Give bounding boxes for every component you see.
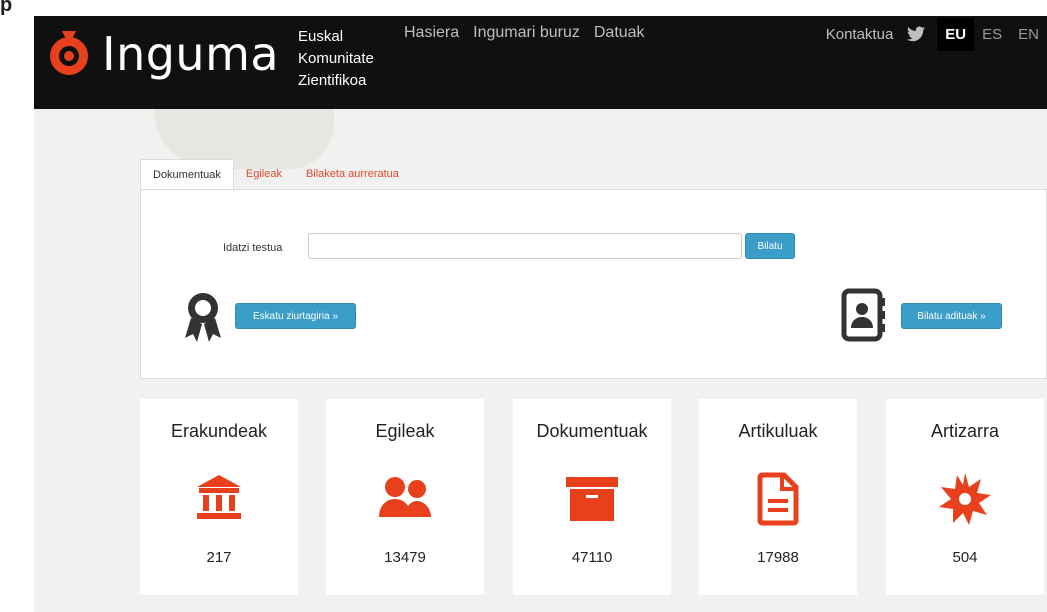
tagline-line-1: Euskal	[298, 28, 344, 45]
stat-value: 13479	[384, 549, 426, 566]
nav-home[interactable]: Hasiera	[404, 24, 459, 42]
search-panel-body: Idatzi testua Bilatu Eskatu ziurtagiria …	[140, 189, 1047, 379]
stat-title: Artizarra	[930, 421, 999, 441]
contact-book-icon	[841, 288, 885, 342]
request-certificate-button[interactable]: Eskatu ziurtagiria »	[235, 303, 356, 329]
navbar: Inguma Euskal Komunitate Zientifikoa Has…	[34, 16, 1047, 109]
search-label: Idatzi testua	[223, 242, 283, 254]
search-tabs: Dokumentuak Egileak Bilaketa aurreratua	[140, 159, 411, 190]
stat-card-organizations[interactable]: Erakundeak 217	[140, 399, 298, 595]
users-icon	[379, 477, 431, 517]
stat-card-articles[interactable]: Artikuluak 17988	[699, 399, 857, 595]
page: Inguma Euskal Komunitate Zientifikoa Has…	[34, 16, 1047, 612]
twitter-icon[interactable]	[907, 26, 926, 42]
starburst-icon	[939, 473, 991, 525]
nav-contact[interactable]: Kontaktua	[826, 26, 894, 43]
lang-eu[interactable]: EU	[937, 17, 975, 51]
document-icon	[757, 472, 799, 526]
stat-value: 17988	[757, 549, 799, 566]
stat-title: Egileak	[375, 421, 435, 441]
logo[interactable]: Inguma	[46, 24, 279, 84]
award-ribbon-icon	[185, 293, 221, 342]
cropped-heading-fragment: p	[0, 0, 13, 16]
nav-about[interactable]: Ingumari buruz	[473, 24, 580, 42]
stat-title: Artikuluak	[738, 421, 818, 441]
stat-card-artizarra[interactable]: Artizarra 504	[886, 399, 1044, 595]
tab-documents[interactable]: Dokumentuak	[140, 159, 234, 190]
search-input[interactable]	[308, 233, 742, 259]
search-button[interactable]: Bilatu	[745, 233, 795, 259]
stat-title: Dokumentuak	[536, 421, 648, 441]
stat-card-authors[interactable]: Egileak 13479	[326, 399, 484, 595]
main-nav: Hasiera Ingumari buruz Datuak	[404, 24, 645, 42]
archive-icon	[566, 477, 618, 521]
stat-card-documents[interactable]: Dokumentuak 47110	[513, 399, 671, 595]
tab-advanced-search[interactable]: Bilaketa aurreratua	[294, 159, 411, 190]
search-experts-button[interactable]: Bilatu adituak »	[901, 303, 1002, 329]
institution-icon	[197, 475, 241, 519]
nav-right: Kontaktua EU ES EN	[826, 16, 1047, 52]
stat-value: 47110	[571, 549, 613, 566]
stat-value: 217	[206, 549, 232, 566]
nav-data[interactable]: Datuak	[594, 24, 645, 42]
lang-en[interactable]: EN	[1010, 18, 1047, 51]
stat-title: Erakundeak	[170, 421, 268, 441]
tagline-line-2: Komunitate	[298, 50, 374, 67]
tagline-line-3: Zientifikoa	[298, 72, 367, 89]
top-strip: p	[0, 0, 1047, 16]
tab-authors[interactable]: Egileak	[234, 159, 294, 190]
lang-es[interactable]: ES	[974, 18, 1010, 51]
stat-value: 504	[952, 549, 978, 566]
inguma-logo-icon	[50, 31, 88, 75]
tagline: Euskal Komunitate Zientifikoa	[298, 26, 374, 92]
logo-text: Inguma	[102, 27, 280, 81]
search-panel: Dokumentuak Egileak Bilaketa aurreratua …	[140, 159, 1047, 379]
